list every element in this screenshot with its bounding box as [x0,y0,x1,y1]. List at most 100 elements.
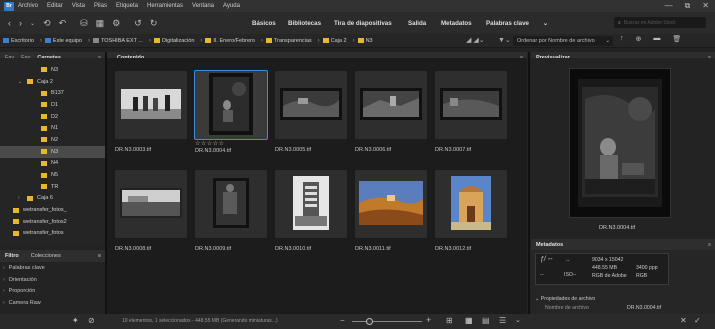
crumb-n3[interactable]: N3 [357,38,373,44]
view-thumbs-icon[interactable]: ▦ [465,316,473,325]
menu-archivo[interactable]: Archivo [18,3,38,9]
crumb-digitalizacion[interactable]: Digitalización [153,38,194,44]
folder-tree-item[interactable]: TR [0,181,105,193]
filter-orientacion[interactable]: › Orientación [0,274,105,286]
grid-lock-icon[interactable]: ⊞ [446,316,453,325]
return-icon[interactable]: ↶ [59,18,67,29]
menu-pilas[interactable]: Pilas [94,3,107,9]
crumb-drive[interactable]: TOSHIBA EXT ... [92,38,143,44]
maximize-button[interactable]: ⧉ [685,1,691,11]
thumbnail[interactable] [275,71,347,139]
thumbnail[interactable] [275,170,347,238]
menu-etiqueta[interactable]: Etiqueta [116,3,138,9]
tab-colecciones[interactable]: Colecciones [31,253,61,259]
folder-tree-item[interactable]: N3 [0,64,105,76]
filter-camera-raw[interactable]: › Camera Raw [0,297,105,309]
quality-icon[interactable]: ◢ ◢⌄ [466,36,485,44]
filter-proporcion[interactable]: › Proporción [0,285,105,297]
folder-tree-item[interactable]: wetransfer_fotos2 [0,216,105,228]
folder-tree-item[interactable]: › Caja 6 [0,193,105,205]
folder-label: TR [51,183,59,190]
shutter-value: -- [566,258,570,264]
workspace-basicos[interactable]: Básicos [252,12,276,34]
menu-ayuda[interactable]: Ayuda [223,3,240,9]
camera-icon[interactable]: ⛁ [80,18,88,29]
tab-filtro[interactable]: Filtro [5,253,19,259]
review-icon[interactable]: ▦ [96,18,105,29]
menu-vista[interactable]: Vista [72,3,85,9]
thumbnail[interactable] [115,170,187,238]
crumb-este-equipo[interactable]: Este equipo [44,38,82,44]
folder-tree-item[interactable]: N3 [0,145,105,158]
thumbnail[interactable] [115,71,187,139]
menu-herramientas[interactable]: Herramientas [147,3,183,9]
thumbnail[interactable] [195,170,267,238]
filter-icon[interactable]: ▼⌄ [498,36,511,44]
refine-icon[interactable]: ⚙ [112,18,120,29]
folder-icon[interactable]: ▬ [653,35,660,43]
apply-icon[interactable]: ✓ [694,316,701,325]
divider[interactable] [528,52,530,314]
thumbnail[interactable] [194,70,268,140]
rotate-left-icon[interactable]: ↺ [134,18,142,29]
workspace-metadatos[interactable]: Metadatos [441,12,472,34]
tab-metadatos[interactable]: Metadatos [536,242,563,248]
view-details-icon[interactable]: ▤ [482,316,490,325]
file-props-section[interactable]: ⌄ Propiedades de archivo [535,296,595,302]
thumbnail-slider[interactable] [352,321,422,322]
crumb-caja2[interactable]: Caja 2 [322,38,347,44]
minimize-button[interactable]: — [665,1,673,11]
folder-tree-item[interactable]: N1 [0,122,105,134]
thumbnail[interactable] [355,71,427,139]
chevron-down-icon[interactable]: ⌄ [30,20,35,27]
folder-tree-item[interactable]: B137 [0,87,105,99]
zoom-in-icon[interactable]: + [426,315,431,325]
crumb-transparencias[interactable]: Transparencias [265,38,312,44]
chevron-icon[interactable]: ⌄ [18,79,24,85]
trash-icon[interactable]: 🗑 [672,35,681,43]
workspace-salida[interactable]: Salida [408,12,426,34]
folder-tree-item[interactable]: N2 [0,134,105,146]
folder-tree-item[interactable]: ⌄ Caja 2 [0,76,105,88]
folder-tree-item[interactable]: N4 [0,158,105,170]
menu-ventana[interactable]: Ventana [192,3,214,9]
crumb-escritorio[interactable]: Escritorio [3,38,34,44]
chevron-icon[interactable]: › [18,195,24,201]
menu-editar[interactable]: Editar [47,3,63,9]
sort-select[interactable]: Ordenar por Nombre de archivo ⌄ [513,36,613,46]
folder-tree-item[interactable]: D2 [0,111,105,123]
workspace-bibliotecas[interactable]: Bibliotecas [288,12,321,34]
workspace-tira[interactable]: Tira de diapositivas [334,12,392,34]
rating-stars[interactable]: ☆☆☆☆☆ [195,140,224,147]
folder-tree-item[interactable]: wetransfer_fotos [0,228,105,240]
back-icon[interactable]: ‹ [8,18,11,28]
pin-icon[interactable]: ✦ [72,316,79,325]
filter-palabras-clave[interactable]: › Palabras clave [0,262,105,274]
view-list-icon[interactable]: ☰ [499,316,506,325]
panel-menu-icon[interactable]: ≡ [708,242,711,248]
slider-knob[interactable] [366,318,373,325]
zoom-out-icon[interactable]: − [340,316,345,325]
sort-asc-icon[interactable]: ↑ [620,35,624,43]
thumbnail[interactable] [435,71,507,139]
chevron-down-icon[interactable]: ⌄ [515,316,521,324]
workspace-palabras-clave[interactable]: Palabras clave [486,12,529,34]
close-icon[interactable]: ✕ [680,316,687,325]
forward-icon[interactable]: › [19,18,22,28]
prohibit-icon[interactable]: ⊘ [88,316,95,325]
folder-tree-item[interactable]: N5 [0,169,105,181]
recent-icon[interactable]: ⟲ [43,18,51,29]
crumb-enero[interactable]: II. Enero/Febrero [205,38,255,44]
thumbnail[interactable] [435,170,507,238]
preview-image[interactable] [569,68,671,218]
workspaces-more[interactable]: ⌄ [543,12,548,34]
folder-tree-item[interactable]: wetransfer_fotos_ [0,204,105,216]
search-input[interactable]: ⌕ Buscar en Adobe Stock [614,17,706,28]
folder-tree-item[interactable]: D1 [0,99,105,111]
thumbnail[interactable] [355,170,427,238]
new-folder-icon[interactable]: ⊕ [636,35,642,43]
close-button[interactable]: ✕ [702,1,709,11]
folder-label: N3 [51,148,59,155]
rotate-right-icon[interactable]: ↻ [150,18,158,29]
panel-menu-icon[interactable]: ≡ [98,253,101,259]
